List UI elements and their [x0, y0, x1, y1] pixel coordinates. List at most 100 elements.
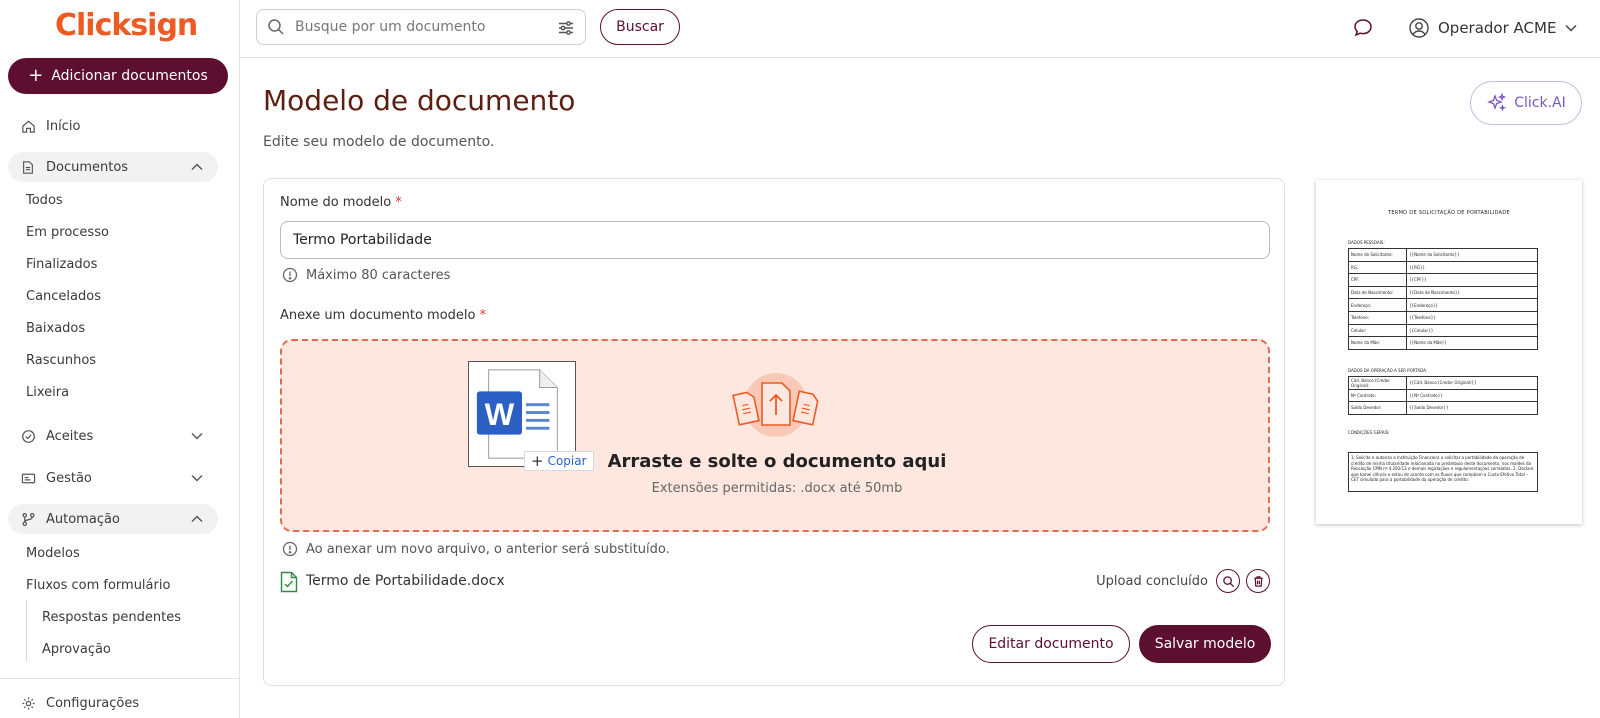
sidebar-sub-lixeira[interactable]: Lixeira	[26, 385, 69, 400]
click-ai-label: Click.AI	[1514, 95, 1566, 111]
preview-table-row: Nome da Mãe: {{Nome da Mãe}}	[1348, 336, 1538, 350]
preview-field-placeholder: {{Data de Nascimento}}	[1406, 285, 1538, 300]
preview-table-personal: Nome do Solicitante: {{Nome do Solicitant…	[1348, 248, 1538, 350]
document-preview: TERMO DE SOLICITAÇÃO DE PORTABILIDADE DA…	[1316, 180, 1582, 524]
preview-table-row: Nome do Solicitante: {{Nome do Solicitant…	[1348, 248, 1538, 262]
name-hint: Máximo 80 caracteres	[282, 267, 450, 283]
preview-field-label: Nome da Mãe:	[1348, 336, 1407, 350]
sidebar-item-gestao[interactable]: Gestão	[8, 463, 218, 493]
preview-field-label: CPF:	[1348, 273, 1407, 287]
preview-title: TERMO DE SOLICITAÇÃO DE PORTABILIDADE	[1387, 210, 1510, 216]
preview-field-label: Nº Contrato:	[1348, 388, 1407, 403]
sidebar-sub-rascunhos[interactable]: Rascunhos	[26, 353, 96, 368]
chevron-down-icon	[191, 433, 203, 440]
clicksign-logo[interactable]: Clicksign	[55, 8, 198, 43]
dropzone-subtitle: Extensões permitidas: .docx até 50mb	[651, 481, 903, 496]
preview-field-placeholder: {{Nº Contrato}}	[1406, 388, 1538, 403]
preview-table-row: Endereço: {{Endereço}}	[1348, 298, 1538, 312]
name-hint-text: Máximo 80 caracteres	[306, 267, 451, 283]
preview-field-placeholder: {{Endereço}}	[1406, 298, 1538, 312]
replace-hint-text: Ao anexar um novo arquivo, o anterior se…	[306, 541, 670, 557]
chevron-up-icon	[191, 163, 203, 170]
sidebar-sub-aprovacao[interactable]: Aprovação	[42, 642, 111, 657]
user-menu[interactable]: Operador ACME	[1408, 14, 1578, 42]
preview-field-label: Nome do Solicitante:	[1348, 248, 1407, 262]
sparkle-icon	[1487, 92, 1507, 112]
preview-field-label: Saldo Devedor:	[1348, 401, 1407, 415]
preview-table-row: Saldo Devedor: {{Saldo Devedor}}	[1348, 401, 1538, 415]
name-label-text: Nome do modelo	[280, 195, 392, 210]
preview-file-button[interactable]	[1216, 569, 1240, 593]
page-subtitle: Edite seu modelo de documento.	[263, 134, 495, 150]
attach-field-label: Anexe um documento modelo *	[280, 308, 486, 323]
attach-label-text: Anexe um documento modelo	[280, 308, 476, 323]
sidebar-item-label: Aceites	[46, 428, 94, 444]
preview-table-row: Celular: {{Celular}}	[1348, 323, 1538, 338]
preview-conditions: 1. Solicito e autorizo a Instituição Fin…	[1348, 452, 1538, 492]
sidebar: Clicksign + Adicionar documentos Início …	[0, 0, 240, 718]
sidebar-item-aceites[interactable]: Aceites	[8, 421, 218, 451]
plus-icon: +	[28, 65, 44, 86]
filter-icon[interactable]	[557, 19, 575, 37]
sidebar-item-automacao[interactable]: Automação	[8, 504, 218, 534]
home-icon	[20, 118, 36, 134]
click-ai-button[interactable]: Click.AI	[1470, 81, 1582, 125]
add-documents-button[interactable]: + Adicionar documentos	[8, 58, 228, 94]
user-icon	[1409, 18, 1429, 38]
upload-status: Upload concluído	[1096, 574, 1208, 589]
sidebar-sub-finalizados[interactable]: Finalizados	[26, 257, 97, 272]
subtree-line	[26, 600, 27, 662]
template-form-card: Nome do modelo * Máximo 80 caracteres An…	[263, 178, 1285, 686]
sidebar-sub-baixados[interactable]: Baixados	[26, 321, 85, 336]
upload-documents-icon	[732, 373, 819, 437]
preview-field-label: Telefone:	[1348, 310, 1407, 325]
uploaded-file-row: Termo de Portabilidade.docx Upload concl…	[280, 569, 1270, 595]
sidebar-item-label: Configurações	[46, 695, 140, 711]
file-dropzone[interactable]: W + Copiar Arraste e solte o documento a…	[280, 339, 1270, 532]
sidebar-sub-modelos[interactable]: Modelos	[26, 546, 80, 561]
preview-field-placeholder: {{Nome da Mãe}}	[1406, 336, 1538, 350]
sidebar-item-documentos[interactable]: Documentos	[8, 152, 218, 182]
page-title: Modelo de documento	[263, 84, 576, 117]
preview-field-placeholder: {{Celular}}	[1406, 323, 1538, 338]
search-input[interactable]	[295, 19, 545, 35]
sidebar-item-label: Início	[46, 118, 81, 134]
sidebar-item-label: Automação	[46, 511, 120, 527]
preview-field-label: Cód. Banco (Credor Original):	[1348, 376, 1407, 390]
search-button[interactable]: Buscar	[600, 9, 680, 45]
sidebar-sub-todos[interactable]: Todos	[26, 193, 63, 208]
template-name-input[interactable]	[280, 221, 1270, 259]
preview-table-row: Nº Contrato: {{Nº Contrato}}	[1348, 388, 1538, 403]
sidebar-sub-fluxos[interactable]: Fluxos com formulário	[26, 578, 170, 593]
required-mark: *	[395, 195, 402, 210]
required-mark: *	[479, 308, 487, 323]
sidebar-item-label: Gestão	[46, 470, 92, 486]
preview-table-row: CPF: {{CPF}}	[1348, 273, 1538, 287]
save-template-button[interactable]: Salvar modelo	[1139, 625, 1271, 663]
search-box[interactable]	[256, 9, 586, 45]
search-icon	[268, 19, 284, 35]
chat-icon[interactable]	[1352, 17, 1374, 39]
preview-table-row: RG: {{RG}}	[1348, 260, 1538, 275]
preview-field-placeholder: {{Saldo Devedor}}	[1406, 401, 1538, 415]
chevron-down-icon	[1565, 24, 1577, 32]
chevron-down-icon	[191, 475, 203, 482]
management-icon	[20, 470, 36, 486]
sidebar-item-inicio[interactable]: Início	[8, 111, 218, 141]
preview-table-operation: Cód. Banco (Credor Original): {{Cód. Banc…	[1348, 376, 1538, 415]
info-icon	[282, 541, 298, 557]
info-icon	[282, 267, 298, 283]
edit-document-button[interactable]: Editar documento	[972, 625, 1130, 663]
file-check-icon	[280, 571, 298, 593]
preview-section-3: CONDIÇÕES GERAIS:	[1348, 430, 1390, 435]
preview-field-placeholder: {{Telefone}}	[1406, 310, 1538, 325]
sidebar-sub-em-processo[interactable]: Em processo	[26, 225, 109, 240]
sidebar-sub-cancelados[interactable]: Cancelados	[26, 289, 101, 304]
sidebar-sub-respostas-pendentes[interactable]: Respostas pendentes	[42, 610, 181, 625]
preview-field-label: Celular:	[1348, 323, 1407, 338]
sidebar-item-configuracoes[interactable]: Configurações	[8, 688, 218, 718]
delete-file-button[interactable]	[1246, 569, 1270, 593]
check-circle-icon	[20, 428, 36, 444]
user-name: Operador ACME	[1438, 19, 1557, 37]
preview-table-row: Telefone: {{Telefone}}	[1348, 310, 1538, 325]
